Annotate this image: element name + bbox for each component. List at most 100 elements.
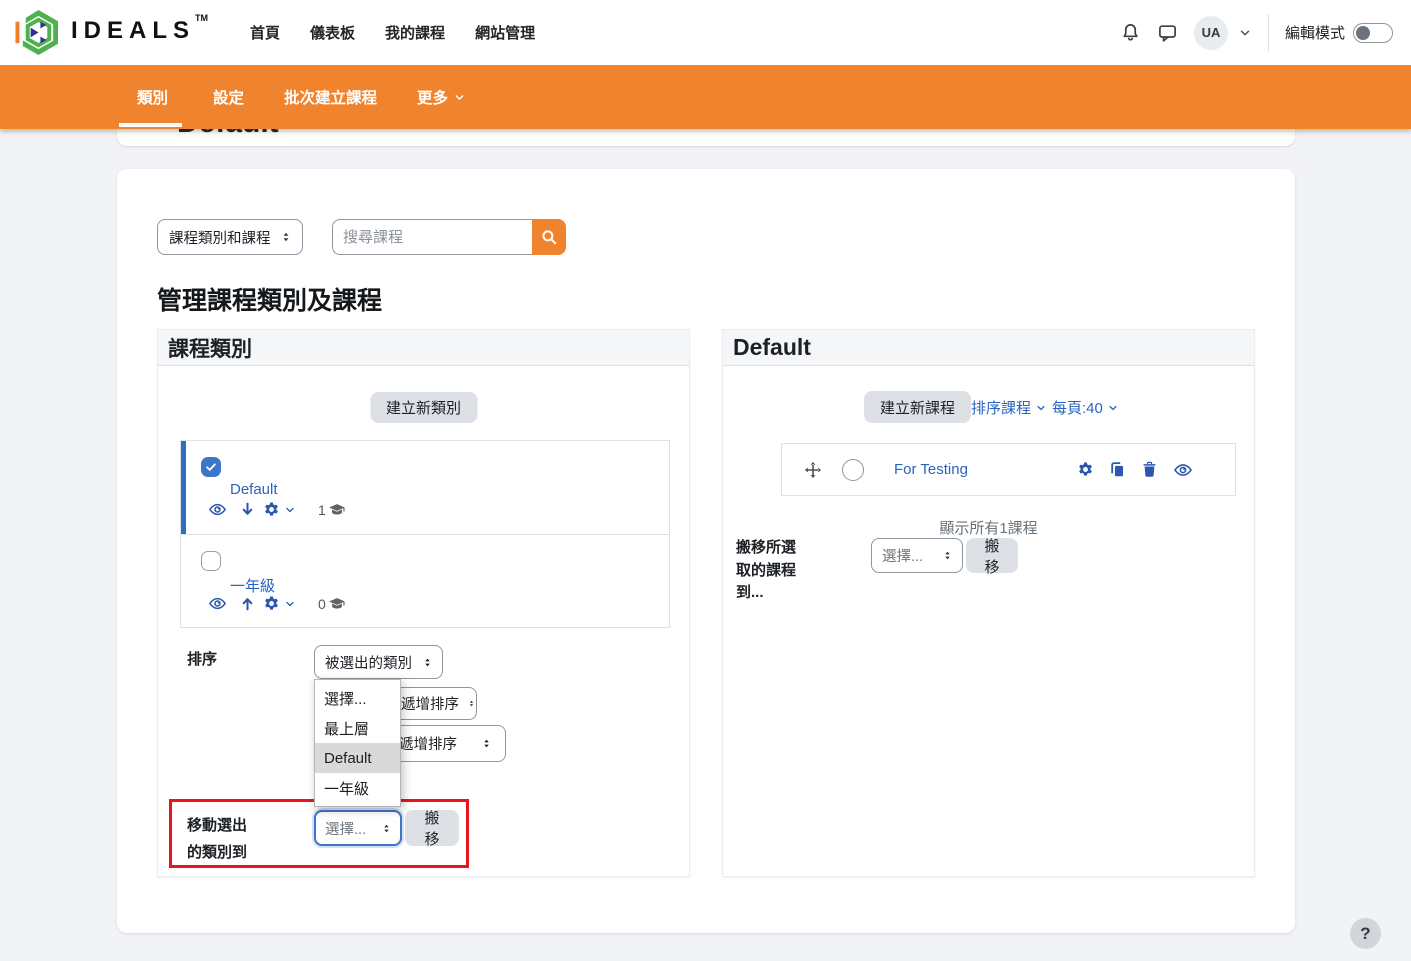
category-settings-gear-icon[interactable]	[263, 501, 280, 518]
category-checkbox-default[interactable]	[201, 457, 221, 477]
course-hide-eye-icon[interactable]	[1173, 460, 1193, 480]
nav-item-dashboard[interactable]: 儀表板	[310, 22, 355, 43]
updown-icon	[421, 656, 434, 669]
category-actions-chevron-icon[interactable]	[284, 598, 296, 610]
courses-panel-title: Default	[723, 330, 1254, 366]
move-category-select[interactable]: 選擇...	[314, 810, 402, 846]
move-courses-label-line3: 到...	[736, 582, 796, 605]
move-courses-label: 搬移所選 取的課程 到...	[736, 537, 796, 605]
tab-settings[interactable]: 設定	[213, 65, 244, 129]
tab-bulk-create-courses[interactable]: 批次建立課程	[284, 65, 377, 129]
hide-category-eye-icon[interactable]	[208, 594, 227, 613]
category-course-count: 0	[318, 595, 346, 613]
search-input[interactable]	[332, 219, 532, 255]
ideals-logo-icon	[14, 7, 61, 58]
brand-name: IDEALS	[71, 17, 195, 45]
sort-courses-link[interactable]: 排序課程	[971, 397, 1047, 418]
primary-nav: 首頁 儀表板 我的課程 網站管理	[250, 22, 535, 43]
move-category-button[interactable]: 搬移	[405, 810, 459, 846]
course-search	[332, 219, 566, 255]
help-button[interactable]: ?	[1350, 918, 1381, 949]
ideals-logo[interactable]: IDEALS TM	[14, 7, 208, 58]
notifications-bell-icon[interactable]	[1120, 22, 1141, 43]
category-course-count: 1	[318, 501, 346, 519]
categories-panel: 課程類別 建立新類別 Default 1	[157, 329, 690, 877]
chevron-down-icon	[453, 91, 466, 104]
toggle-knob	[1356, 26, 1370, 40]
category-link-grade1[interactable]: 一年級	[230, 575, 275, 596]
dropdown-option-top[interactable]: 最上層	[315, 713, 400, 743]
move-category-down-icon[interactable]	[239, 501, 256, 518]
updown-icon	[480, 737, 493, 750]
header-divider	[1268, 14, 1269, 52]
nav-item-home[interactable]: 首頁	[250, 22, 280, 43]
user-menu-chevron-icon[interactable]	[1238, 26, 1252, 40]
chevron-down-icon	[1107, 402, 1119, 414]
secondary-nav: 類別 設定 批次建立課程 更多	[0, 65, 1411, 129]
move-courses-button[interactable]: 搬移	[966, 538, 1018, 573]
course-delete-trash-icon[interactable]	[1141, 461, 1158, 478]
graduation-cap-icon	[328, 501, 346, 519]
course-link[interactable]: For Testing	[894, 461, 968, 478]
sort-order-2-value: 遞增排序	[399, 733, 457, 754]
page-title: 管理課程類別及課程	[157, 281, 382, 317]
course-count-value: 0	[318, 596, 326, 612]
search-icon	[540, 228, 558, 246]
updown-icon	[380, 822, 393, 835]
move-category-label-line1: 移動選出	[187, 812, 247, 839]
category-checkbox-grade1[interactable]	[201, 551, 221, 571]
sort-order-1-value: 遞增排序	[401, 693, 459, 714]
updown-icon	[941, 549, 954, 562]
updown-icon	[279, 230, 293, 244]
courses-panel: Default 建立新課程 排序課程 每頁:40 For Testing	[722, 329, 1255, 877]
course-row: For Testing	[781, 443, 1236, 496]
tab-categories[interactable]: 類別	[137, 65, 168, 129]
sort-scope-value: 被選出的類別	[325, 652, 412, 673]
top-header: IDEALS TM 首頁 儀表板 我的課程 網站管理 UA 編輯模式	[0, 0, 1411, 65]
user-avatar[interactable]: UA	[1194, 16, 1228, 50]
category-list: Default 1 一年級	[180, 440, 670, 628]
edit-mode-toggle[interactable]	[1353, 23, 1393, 43]
categories-panel-title: 課程類別	[158, 330, 689, 366]
move-category-open-dropdown: 選擇... 最上層 Default 一年級	[314, 679, 401, 807]
scope-filter-select[interactable]: 課程類別和課程	[157, 219, 303, 255]
create-course-button[interactable]: 建立新課程	[864, 391, 971, 423]
move-courses-label-line2: 取的課程	[736, 560, 796, 583]
move-courses-select-value: 選擇...	[882, 545, 923, 566]
category-actions-chevron-icon[interactable]	[284, 504, 296, 516]
management-card: 課程類別和課程 管理課程類別及課程 課程類別 建立新類別 Default	[117, 169, 1295, 933]
move-category-label: 移動選出 的類別到	[187, 812, 247, 866]
sort-scope-select[interactable]: 被選出的類別	[314, 645, 443, 679]
course-duplicate-copy-icon[interactable]	[1109, 461, 1126, 478]
search-button[interactable]	[532, 219, 566, 255]
move-courses-label-line1: 搬移所選	[736, 537, 796, 560]
nav-item-my-courses[interactable]: 我的課程	[385, 22, 445, 43]
dropdown-option-default[interactable]: Default	[315, 743, 400, 773]
create-category-button[interactable]: 建立新類別	[370, 392, 477, 423]
check-icon	[204, 460, 218, 474]
tab-more[interactable]: 更多	[417, 65, 466, 129]
updown-icon	[467, 697, 476, 710]
scope-filter-value: 課程類別和課程	[169, 227, 271, 248]
move-category-select-value: 選擇...	[325, 818, 366, 839]
messages-chat-icon[interactable]	[1157, 22, 1178, 43]
category-row-default: Default 1	[181, 441, 669, 534]
hide-category-eye-icon[interactable]	[208, 500, 227, 519]
course-checkbox[interactable]	[842, 459, 864, 481]
per-page-link[interactable]: 每頁:40	[1052, 397, 1119, 418]
nav-item-site-admin[interactable]: 網站管理	[475, 22, 535, 43]
move-course-handle-icon[interactable]	[804, 461, 822, 479]
dropdown-option-grade1[interactable]: 一年級	[315, 773, 400, 803]
category-link-default[interactable]: Default	[230, 481, 278, 498]
move-courses-select[interactable]: 選擇...	[871, 538, 963, 573]
course-count-value: 1	[318, 502, 326, 518]
category-settings-gear-icon[interactable]	[263, 595, 280, 612]
tab-more-label: 更多	[417, 86, 448, 108]
category-row-grade1: 一年級 0	[181, 534, 669, 627]
sort-courses-label: 排序課程	[971, 397, 1031, 418]
dropdown-option-choose[interactable]: 選擇...	[315, 683, 400, 713]
move-category-up-icon[interactable]	[239, 595, 256, 612]
course-settings-gear-icon[interactable]	[1077, 461, 1094, 478]
brand-trademark: TM	[195, 13, 208, 23]
per-page-label: 每頁:40	[1052, 397, 1103, 418]
